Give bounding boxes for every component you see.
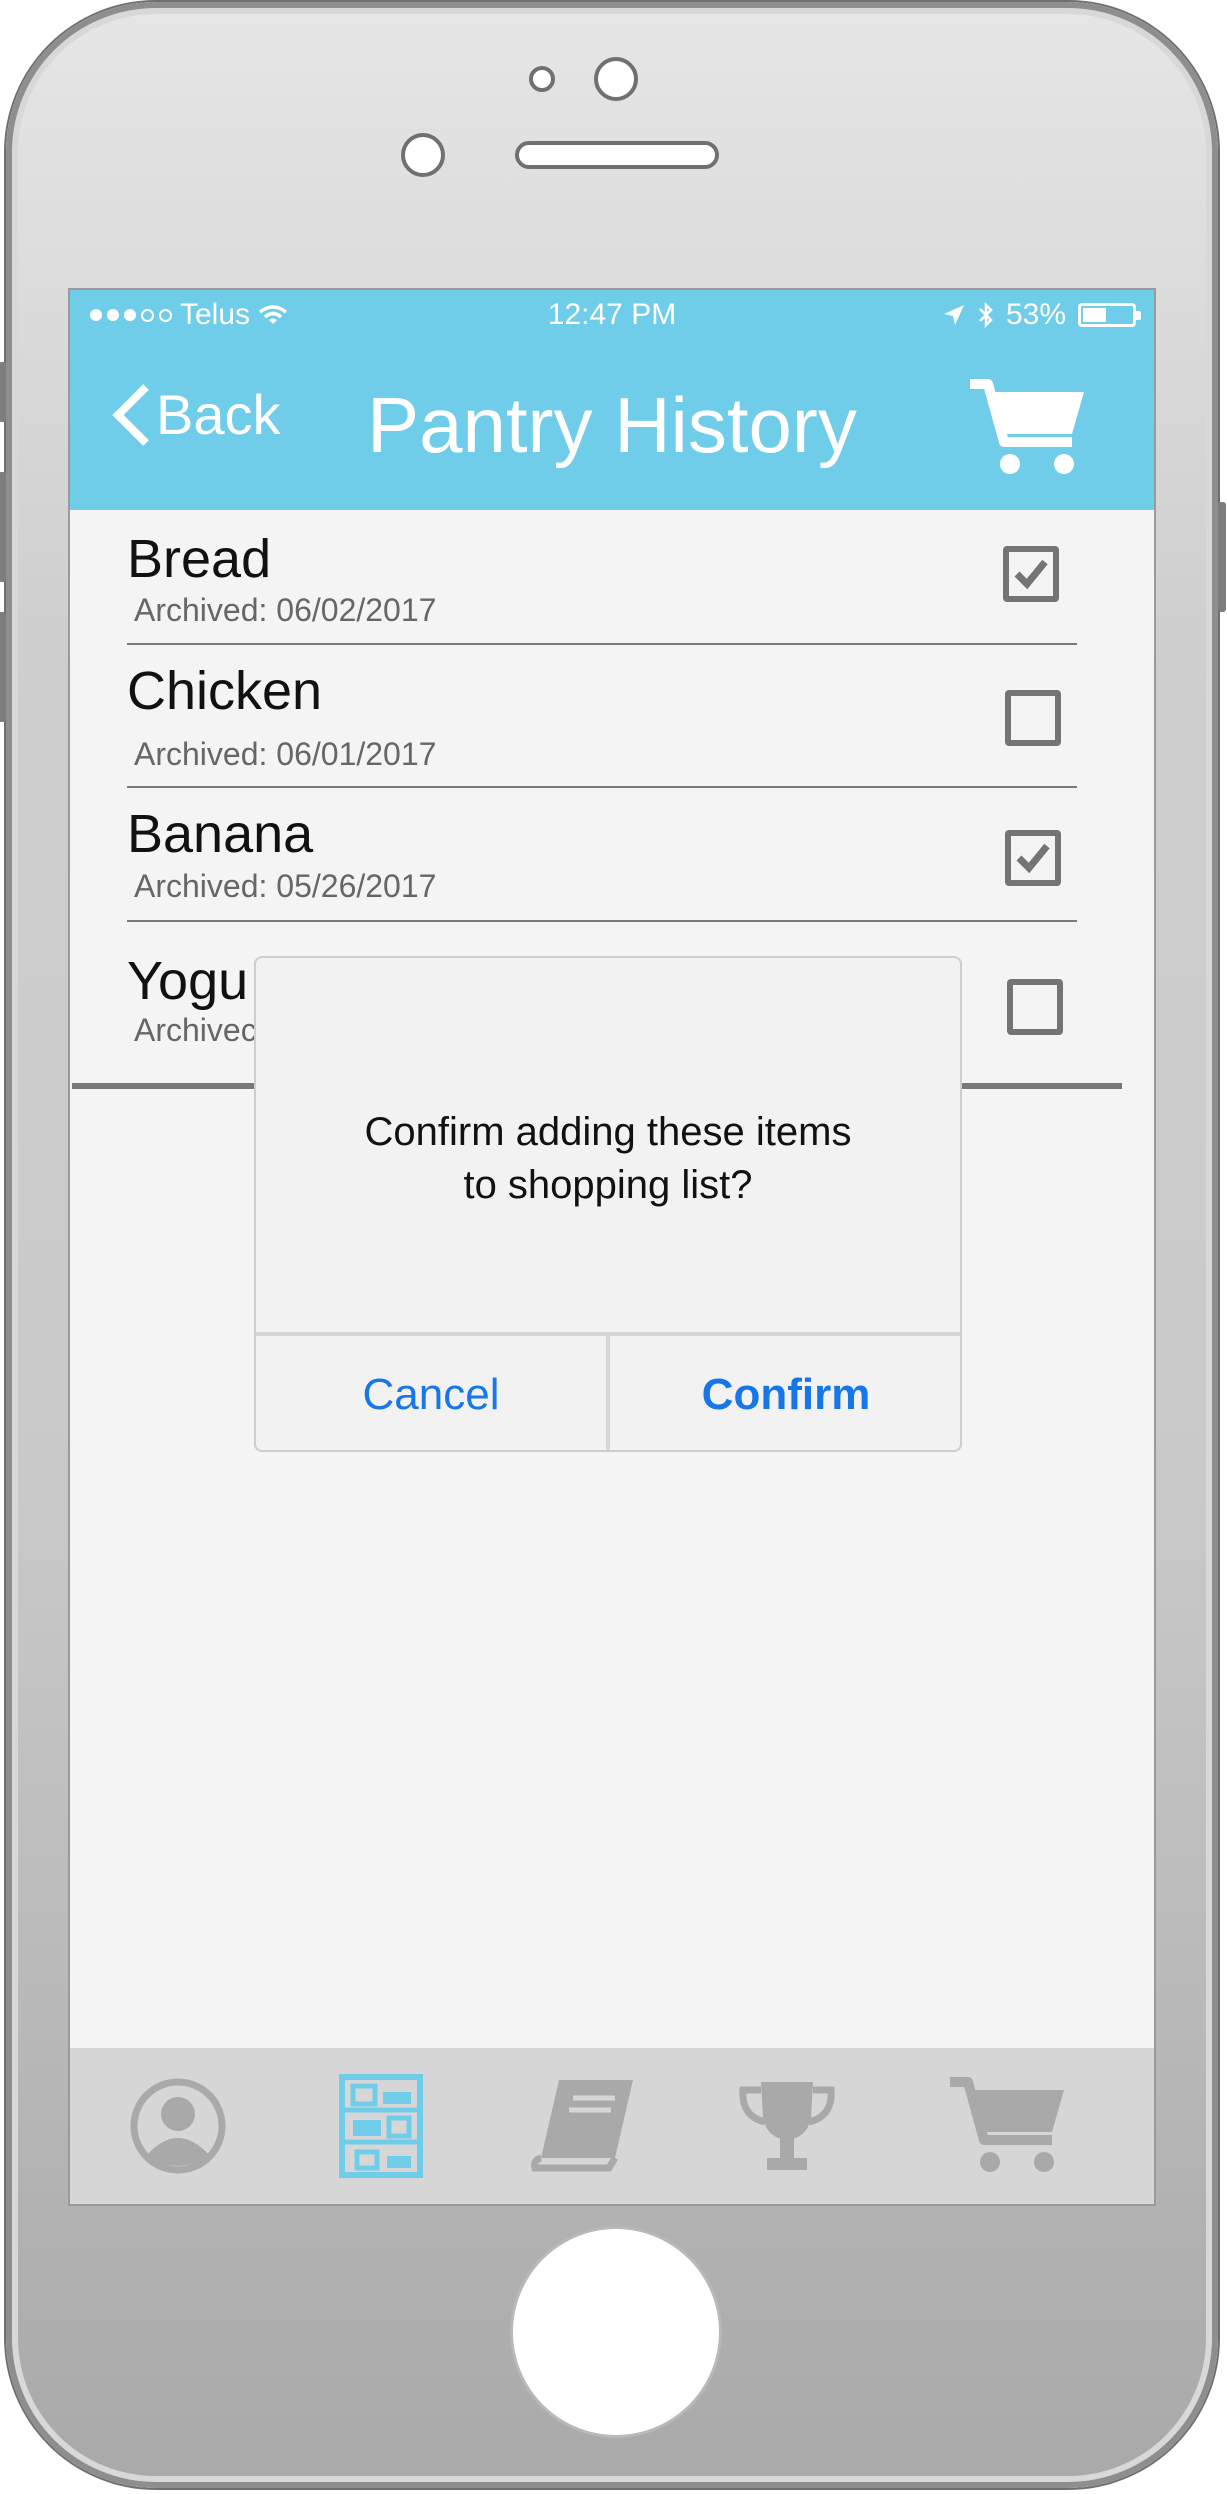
dialog-message-line2: to shopping list?	[463, 1163, 753, 1207]
profile-icon	[130, 2078, 226, 2174]
pantry-shelf-icon	[339, 2074, 423, 2178]
row-divider	[127, 786, 1077, 788]
row-divider	[127, 920, 1077, 922]
item-checkbox-checked[interactable]	[1003, 546, 1059, 602]
item-name: Chicken	[127, 661, 323, 721]
home-button[interactable]	[513, 2229, 719, 2435]
mute-switch	[0, 362, 6, 422]
dialog-message: Confirm adding these items to shopping l…	[256, 1106, 960, 1212]
earpiece-speaker	[515, 141, 719, 169]
confirm-button[interactable]: Confirm	[610, 1336, 960, 1450]
item-checkbox[interactable]	[1007, 979, 1063, 1035]
power-button	[1218, 502, 1226, 612]
item-name: Yogu	[127, 951, 249, 1011]
shopping-cart-icon	[970, 379, 1084, 474]
item-checkbox[interactable]	[1005, 690, 1061, 746]
trophy-icon	[739, 2082, 835, 2170]
location-arrow-icon	[943, 305, 964, 325]
cancel-button[interactable]: Cancel	[256, 1336, 610, 1450]
tab-cart[interactable]	[900, 2048, 1116, 2204]
item-archived-date: Archived: 06/01/2017	[134, 736, 437, 772]
screen: Telus 12:47 PM 53% Back Pantry History B…	[70, 290, 1154, 2204]
tab-achievements[interactable]	[679, 2048, 895, 2204]
dialog-message-line1: Confirm adding these items	[364, 1110, 852, 1154]
tab-bar	[70, 2048, 1154, 2204]
ambient-sensor	[401, 133, 445, 177]
volume-up-button	[0, 472, 6, 582]
confirm-dialog: Confirm adding these items to shopping l…	[254, 956, 962, 1452]
tab-profile[interactable]	[70, 2048, 286, 2204]
cart-button[interactable]	[968, 376, 1088, 480]
battery-icon	[1078, 303, 1141, 327]
tab-recipes[interactable]	[476, 2048, 692, 2204]
bluetooth-icon	[979, 302, 993, 328]
checkmark-icon	[1014, 559, 1048, 590]
row-divider	[127, 643, 1077, 645]
item-archived-date: Archivec	[134, 1012, 257, 1048]
nav-bar: Back Pantry History	[70, 344, 1154, 510]
checkmark-icon	[1016, 843, 1050, 874]
shopping-cart-icon	[950, 2077, 1064, 2172]
battery-percent: 53%	[1005, 298, 1066, 331]
tab-pantry[interactable]	[273, 2048, 489, 2204]
front-camera	[594, 57, 638, 101]
item-archived-date: Archived: 06/02/2017	[134, 592, 437, 628]
item-name: Bread	[127, 529, 272, 589]
item-checkbox-checked[interactable]	[1005, 830, 1061, 886]
volume-down-button	[0, 612, 6, 722]
proximity-sensor	[529, 66, 555, 92]
item-name: Banana	[127, 804, 314, 864]
status-right: 53%	[942, 298, 1141, 332]
item-archived-date: Archived: 05/26/2017	[134, 868, 437, 904]
dialog-button-row: Cancel Confirm	[256, 1332, 960, 1450]
status-bar: Telus 12:47 PM 53%	[70, 290, 1154, 344]
book-icon	[531, 2080, 633, 2172]
